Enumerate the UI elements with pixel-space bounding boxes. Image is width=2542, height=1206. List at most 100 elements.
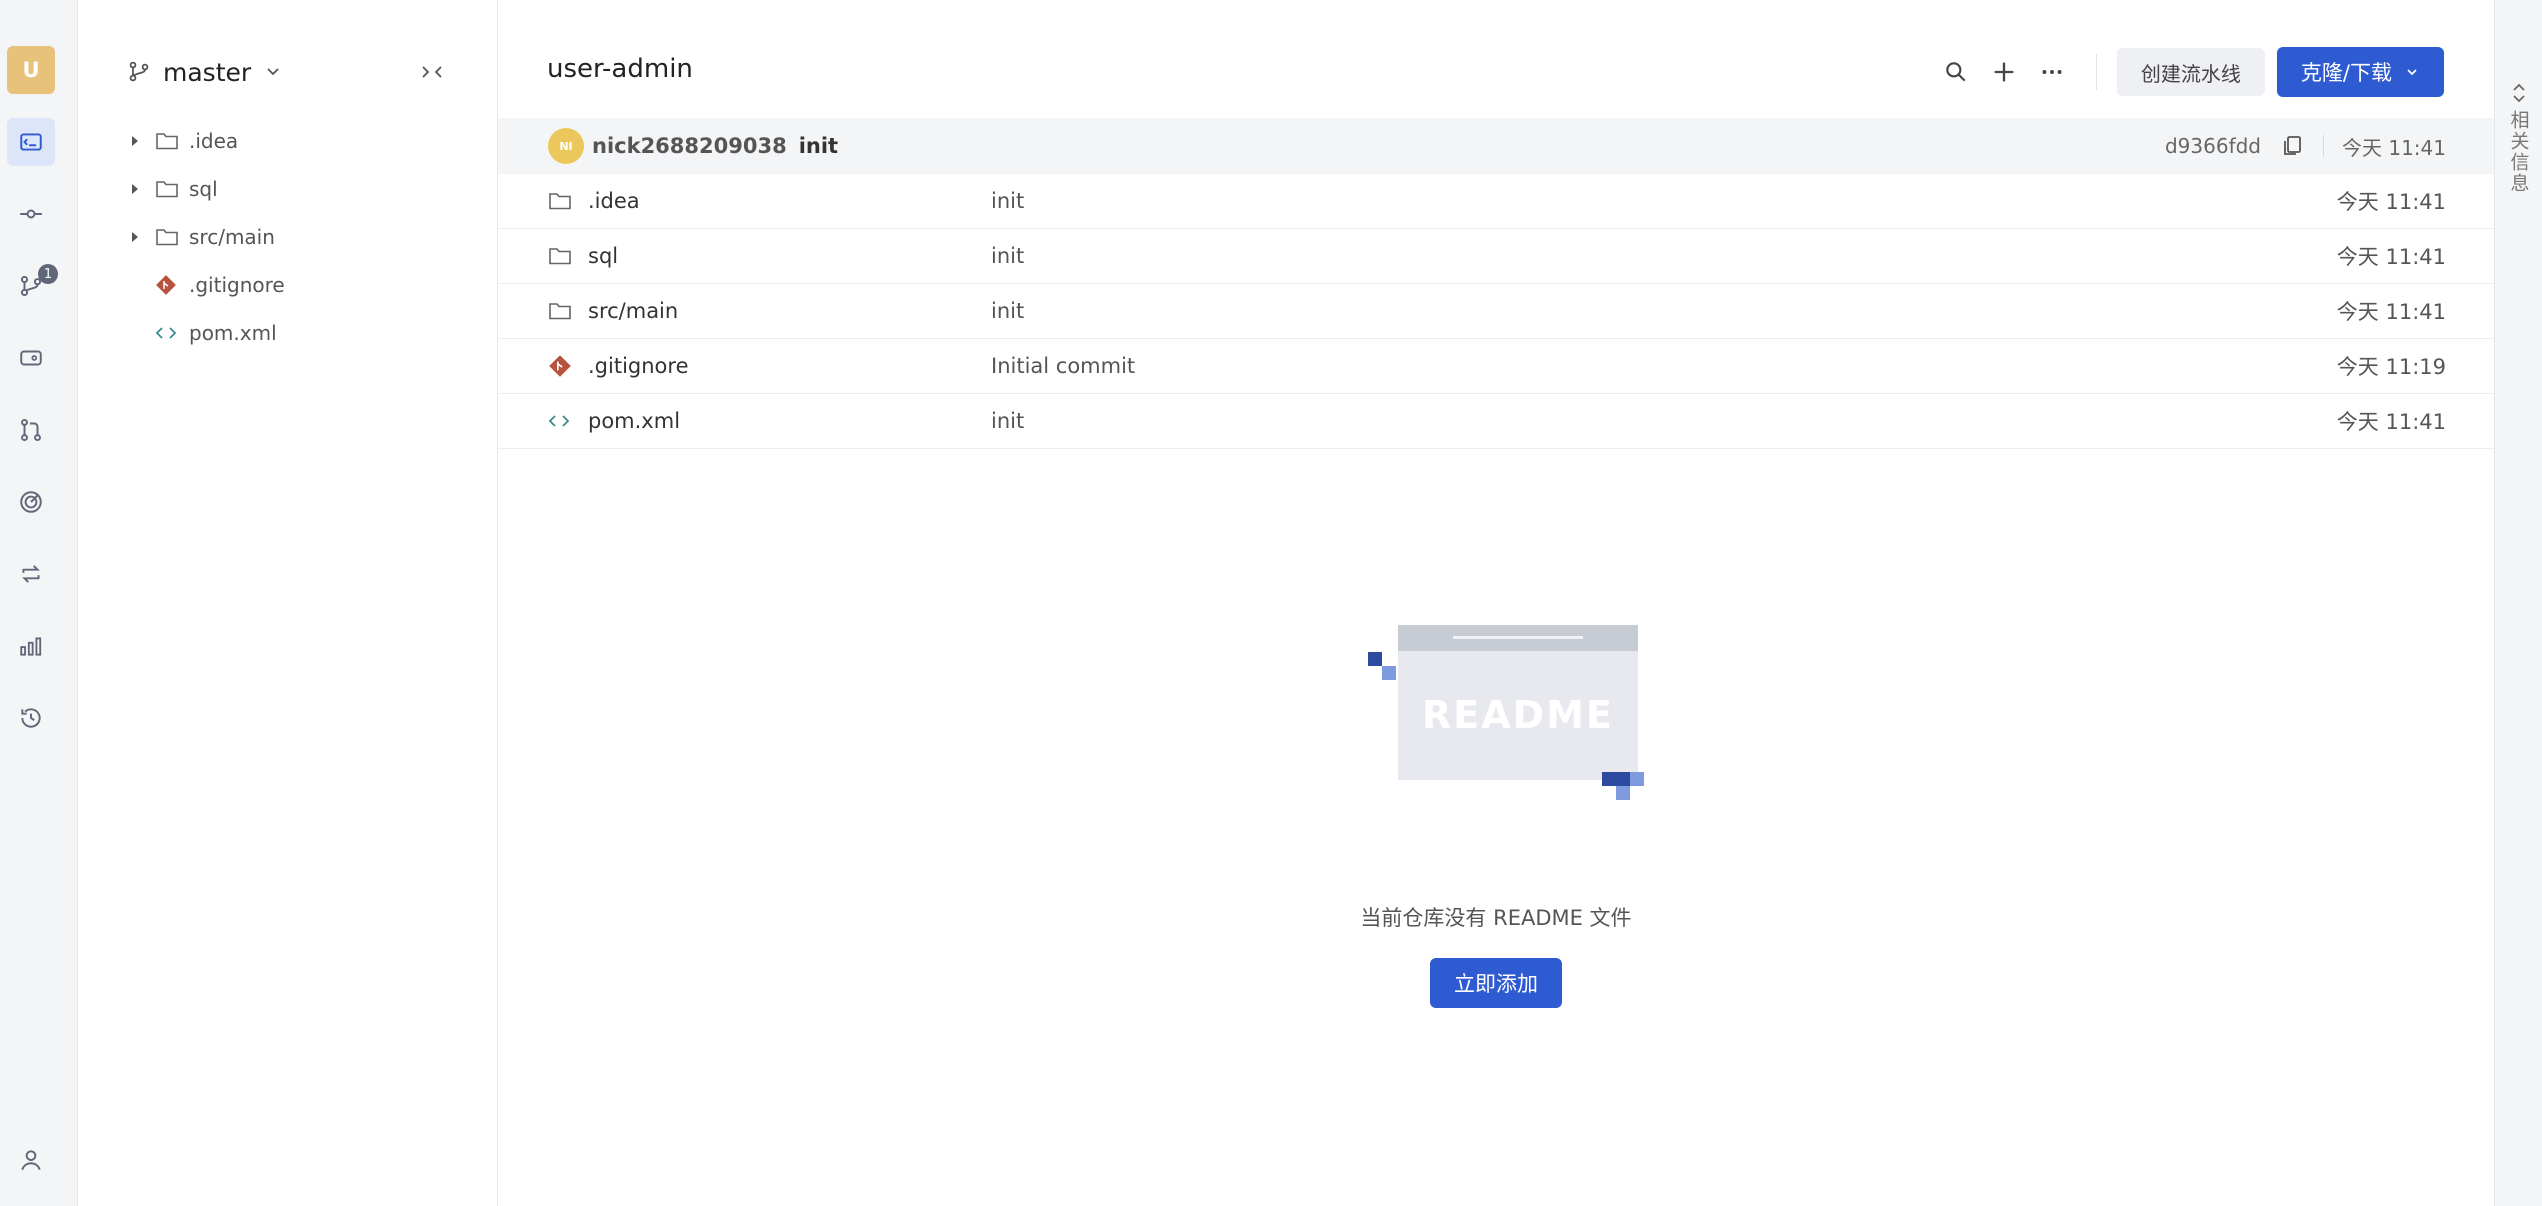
nav-history[interactable] (7, 694, 55, 742)
target-icon (20, 491, 42, 513)
commit-message[interactable]: init (799, 134, 838, 158)
file-time: 今天 11:19 (2336, 355, 2446, 379)
user-icon (21, 1150, 41, 1171)
search-icon (1946, 62, 1966, 82)
file-commit-message[interactable]: init (991, 299, 1024, 323)
file-name[interactable]: sql (588, 244, 618, 268)
file-commit-message[interactable]: init (991, 244, 1024, 268)
folder-icon (155, 131, 187, 151)
tree-item-label: .idea (189, 129, 239, 153)
related-info-panel: 相关信息 (2494, 0, 2542, 1206)
nav-user[interactable] (7, 1136, 55, 1184)
file-name[interactable]: .gitignore (588, 354, 689, 378)
tree-item-src-main[interactable]: src/main (127, 219, 275, 255)
tree-item-sql[interactable]: sql (127, 171, 218, 207)
svg-text:README: README (1422, 693, 1614, 737)
file-time: 今天 11:41 (2336, 410, 2446, 434)
caret-right-icon[interactable] (127, 135, 155, 147)
avatar[interactable]: NI (548, 128, 584, 164)
nav-tags[interactable] (7, 334, 55, 382)
nav-compare[interactable] (7, 550, 55, 598)
tree-item-gitignore[interactable]: .gitignore (127, 267, 285, 303)
repo-main: user-admin 创建流水线 克隆/下载 NI nick2688209038… (498, 0, 2494, 1206)
file-commit-message[interactable]: init (991, 189, 1024, 213)
toolbar: 创建流水线 克隆/下载 (1932, 47, 2444, 97)
clone-download-button[interactable]: 克隆/下载 (2276, 47, 2444, 97)
history-icon (21, 708, 41, 728)
nav-commits[interactable] (7, 190, 55, 238)
clone-download-label: 克隆/下载 (2300, 61, 2392, 85)
chart-icon (20, 637, 42, 656)
toolbar-divider (2095, 54, 2097, 90)
file-commit-message[interactable]: init (991, 409, 1024, 433)
nav-merge-requests[interactable] (7, 406, 55, 454)
latest-commit-bar: NI nick2688209038 init d9366fdd 今天 11:41 (498, 118, 2494, 174)
code-file-icon (548, 411, 574, 431)
file-time: 今天 11:41 (2336, 190, 2446, 214)
branch-name: master (163, 57, 252, 87)
app-root: U 1 master .idea sql src/main .gitignore… (0, 0, 2542, 1206)
nav-code[interactable] (7, 118, 55, 166)
chevron-down-icon (267, 68, 279, 76)
add-button[interactable] (1980, 48, 2028, 96)
tree-item-label: src/main (189, 225, 275, 249)
branch-count-badge: 1 (38, 264, 58, 284)
related-info-label: 相关信息 (2507, 110, 2530, 194)
nav-statistics[interactable] (7, 622, 55, 670)
folder-icon (155, 179, 187, 199)
file-name[interactable]: .idea (588, 189, 640, 213)
add-readme-button[interactable]: 立即添加 (1430, 958, 1562, 1008)
merge-request-icon (21, 418, 41, 442)
collapse-tree-button[interactable] (417, 58, 447, 86)
table-row[interactable]: .idea init 今天 11:41 (498, 174, 2494, 229)
branch-icon (129, 61, 149, 82)
project-avatar[interactable]: U (7, 46, 55, 94)
commit-author[interactable]: nick2688209038 (592, 134, 787, 158)
folder-icon (548, 301, 574, 321)
plus-icon (1994, 62, 2014, 82)
chevron-down-icon (2407, 69, 2417, 76)
expand-icon (2513, 83, 2525, 103)
page-title: user-admin (547, 54, 693, 84)
search-button[interactable] (1932, 48, 1980, 96)
branch-selector[interactable]: master (127, 54, 283, 90)
create-pipeline-button[interactable]: 创建流水线 (2116, 48, 2265, 96)
commit-hash[interactable]: d9366fdd (2165, 134, 2261, 158)
commit-icon (20, 209, 42, 219)
file-name[interactable]: src/main (588, 299, 678, 323)
git-icon (155, 274, 187, 296)
file-commit-message[interactable]: Initial commit (991, 354, 1135, 378)
tree-item-label: pom.xml (189, 321, 277, 345)
folder-icon (155, 227, 187, 247)
more-button[interactable] (2028, 48, 2076, 96)
folder-icon (548, 246, 574, 266)
tag-icon (20, 350, 42, 366)
file-name[interactable]: pom.xml (588, 409, 680, 433)
more-icon (2042, 70, 2062, 74)
nav-branches[interactable]: 1 (7, 262, 58, 310)
empty-readme-text: 当前仓库没有 README 文件 (1360, 906, 1632, 930)
nav-target[interactable] (7, 478, 55, 526)
tree-item-idea[interactable]: .idea (127, 123, 238, 159)
table-row[interactable]: sql init 今天 11:41 (498, 229, 2494, 284)
table-row[interactable]: .gitignore Initial commit 今天 11:19 (498, 339, 2494, 394)
related-info-toggle[interactable]: 相关信息 (2495, 82, 2542, 194)
readme-illustration: README (1368, 625, 1644, 800)
tree-item-label: sql (189, 177, 218, 201)
caret-right-icon[interactable] (127, 183, 155, 195)
folder-icon (548, 191, 574, 211)
table-row[interactable]: pom.xml init 今天 11:41 (498, 394, 2494, 449)
copy-hash-button[interactable] (2277, 131, 2307, 161)
caret-right-icon[interactable] (127, 231, 155, 243)
tree-item-pom[interactable]: pom.xml (127, 315, 277, 351)
nav-rail: U 1 (0, 0, 78, 1206)
commit-time: 今天 11:41 (2342, 135, 2446, 160)
file-tree-panel: master .idea sql src/main .gitignore pom… (79, 0, 498, 1206)
file-time: 今天 11:41 (2336, 300, 2446, 324)
table-row[interactable]: src/main init 今天 11:41 (498, 284, 2494, 339)
readme-empty-state: README 当前仓库没有 README 文件 立即添加 (498, 610, 2494, 1008)
commit-meta: d9366fdd 今天 11:41 (2165, 118, 2446, 174)
divider (2323, 135, 2324, 157)
code-file-icon (155, 323, 187, 343)
tree-item-label: .gitignore (189, 273, 285, 297)
